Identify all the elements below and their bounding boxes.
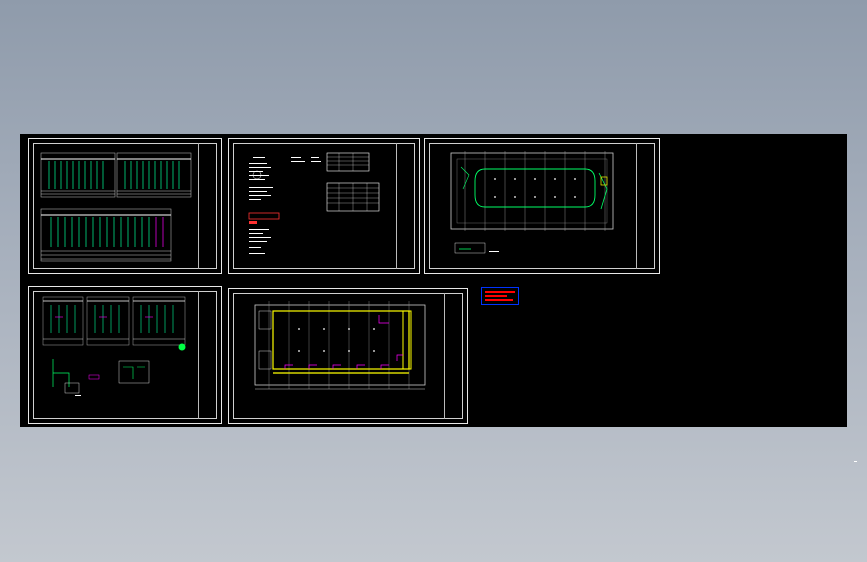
drawing-sheet-power-plan[interactable] [228, 288, 468, 424]
drawing-sheet-lighting-plan[interactable] [424, 138, 660, 274]
cad-model-space[interactable] [20, 134, 857, 462]
power-plan-drawing [254, 301, 426, 390]
cursor-marker [854, 461, 857, 462]
legend-drawing [485, 291, 515, 301]
lighting-plan-drawing [450, 151, 614, 254]
schematic-drawing [40, 152, 192, 262]
drawing-sheet-panel-schedules[interactable] [28, 286, 222, 424]
legend-block[interactable] [481, 287, 519, 305]
panel-schedule-drawing [42, 296, 186, 396]
drawing-sheet-distribution-schematic[interactable] [28, 138, 222, 274]
notes-drawing [248, 152, 380, 254]
drawing-sheet-notes-tables[interactable] [228, 138, 420, 274]
